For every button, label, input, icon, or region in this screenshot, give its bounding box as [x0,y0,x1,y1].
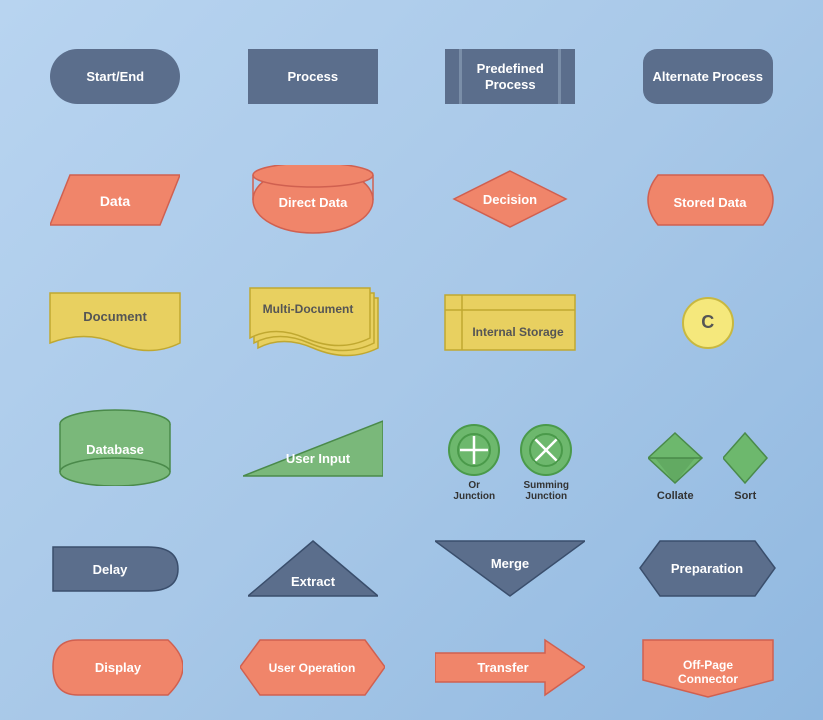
label-connector: C [701,312,714,333]
shape-decision[interactable]: Decision [450,167,570,232]
shape-preparation[interactable]: Preparation [635,536,780,601]
cell-preparation: Preparation [614,512,802,625]
cell-multi-document: Multi-Document [219,266,407,379]
cell-internal-storage: Internal Storage [417,266,605,379]
shape-delay[interactable]: Delay [48,539,183,599]
shape-sort[interactable] [723,431,768,486]
cell-display: Display [22,635,210,700]
shape-collate[interactable] [648,431,703,486]
cell-document: Document [22,266,210,379]
svg-text:Database: Database [86,442,144,457]
label-alternate-process: Alternate Process [652,69,763,85]
cell-user-operation: User Operation [219,635,407,700]
label-or-junction: OrJunction [453,480,495,502]
cell-start-end: Start/End [22,20,210,133]
cell-delay: Delay [22,512,210,625]
collate-item: Collate [648,431,703,502]
shape-display[interactable]: Display [48,635,183,700]
summing-junction-item: SummingJunction [520,424,572,502]
shape-internal-storage[interactable]: Internal Storage [440,290,580,355]
label-sort: Sort [734,490,756,502]
shape-predefined-process[interactable]: PredefinedProcess [445,49,575,104]
shape-merge[interactable]: Merge [435,536,585,601]
svg-text:Internal Storage: Internal Storage [473,325,565,339]
svg-text:Connector: Connector [678,672,738,686]
shape-data[interactable]: Data [50,170,180,230]
svg-text:Extract: Extract [291,574,336,589]
cell-collate-sort: Collate Sort [614,389,802,502]
svg-text:Display: Display [95,660,142,675]
cell-merge: Merge [417,512,605,625]
cell-process: Process [219,20,407,133]
cell-alternate-process: Alternate Process [614,20,802,133]
cell-data: Data [22,143,210,256]
cell-decision: Decision [417,143,605,256]
flowchart-grid: Start/End Process PredefinedProcess Alte… [12,10,812,710]
shape-stored-data[interactable]: Stored Data [638,170,778,230]
svg-text:Off-Page: Off-Page [683,658,733,672]
svg-text:Decision: Decision [483,192,537,207]
shape-process[interactable]: Process [248,49,378,104]
shape-summing-junction[interactable] [520,424,572,476]
svg-text:Merge: Merge [491,556,529,571]
svg-text:User Input: User Input [286,451,351,466]
svg-text:Multi-Document: Multi-Document [262,302,353,316]
svg-text:Document: Document [83,309,147,324]
cell-database: Database [22,389,210,502]
cell-offpage-connector: Off-Page Connector [614,635,802,700]
svg-text:Direct Data: Direct Data [278,195,347,210]
cell-direct-data: Direct Data [219,143,407,256]
or-junction-item: OrJunction [448,424,500,502]
shape-multi-document[interactable]: Multi-Document [243,283,383,363]
cell-connector: C [614,266,802,379]
shape-alternate-process[interactable]: Alternate Process [643,49,773,104]
cell-transfer: Transfer [417,635,605,700]
cell-stored-data: Stored Data [614,143,802,256]
cell-extract: Extract [219,512,407,625]
svg-text:User Operation: User Operation [269,661,356,675]
svg-text:Stored Data: Stored Data [673,195,747,210]
shape-database[interactable]: Database [50,406,180,486]
label-start-end: Start/End [86,69,144,85]
label-summing-junction: SummingJunction [523,480,569,502]
svg-text:Preparation: Preparation [671,561,743,576]
shape-offpage-connector[interactable]: Off-Page Connector [638,635,778,700]
svg-text:Data: Data [100,193,131,209]
shape-connector[interactable]: C [682,297,734,349]
shape-or-junction[interactable] [448,424,500,476]
shape-user-input[interactable]: User Input [243,411,383,481]
cell-user-input: User Input [219,389,407,502]
shape-extract[interactable]: Extract [248,536,378,601]
label-collate: Collate [657,490,694,502]
shape-transfer[interactable]: Transfer [435,635,585,700]
svg-text:Delay: Delay [92,562,127,577]
sort-item: Sort [723,431,768,502]
shape-direct-data[interactable]: Direct Data [248,165,378,235]
cell-predefined-process: PredefinedProcess [417,20,605,133]
svg-text:Transfer: Transfer [478,660,529,675]
shape-user-operation[interactable]: User Operation [240,635,385,700]
label-process: Process [287,69,338,85]
shape-document[interactable]: Document [45,288,185,358]
shape-start-end[interactable]: Start/End [50,49,180,104]
cell-junctions: OrJunction SummingJunction [417,389,605,502]
label-predefined-process: PredefinedProcess [477,61,544,92]
